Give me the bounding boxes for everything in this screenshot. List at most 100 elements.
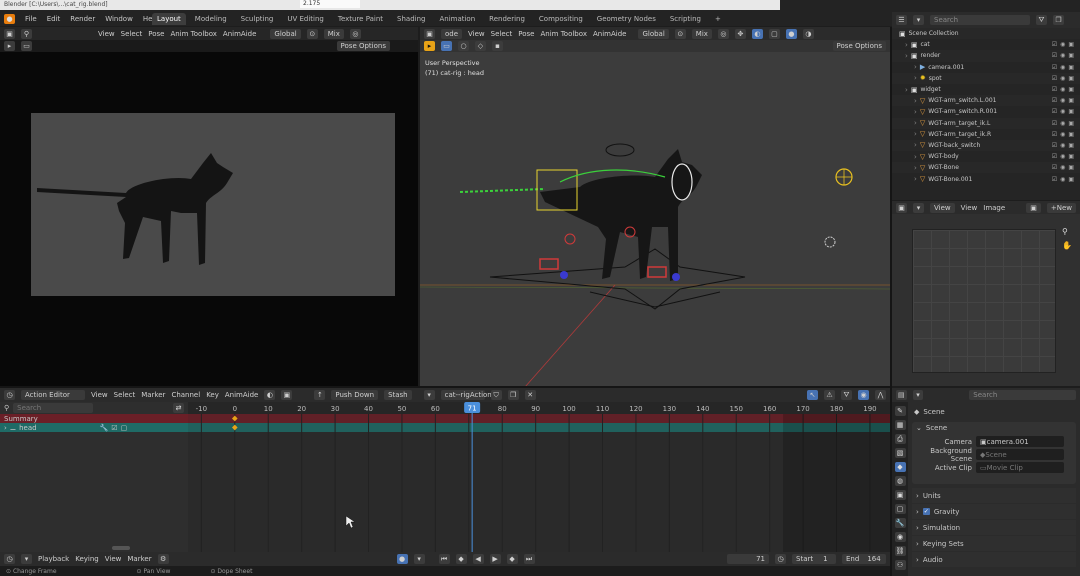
area-divider[interactable] <box>890 27 892 576</box>
data-tab-icon[interactable]: ⚇ <box>894 560 906 570</box>
pan-hand-icon[interactable]: ✋ <box>1062 241 1072 250</box>
channel-search-input[interactable]: Search <box>13 403 94 413</box>
area-divider[interactable] <box>0 386 890 388</box>
menu-keying[interactable]: Keying <box>75 555 99 563</box>
exclude-checkbox-icon[interactable]: ☑ <box>1052 142 1057 149</box>
tab-uv-editing[interactable]: UV Editing <box>282 13 329 25</box>
image-editor[interactable]: ▣ ▾ View View Image ▣ + New ⚲ ✋ <box>892 201 1080 386</box>
show-errors-icon[interactable]: ⚠ <box>824 390 835 400</box>
filter-icon[interactable]: ▾ <box>913 15 924 25</box>
tab-layout[interactable]: Layout <box>152 12 186 25</box>
outliner-item[interactable]: › ▽ WGT-Bone ☑ ◉ ▣ <box>892 162 1080 174</box>
eye-icon[interactable]: ◉ <box>1060 153 1065 160</box>
exclude-checkbox-icon[interactable]: ☑ <box>1052 97 1057 104</box>
render-icon[interactable]: ▣ <box>1068 164 1074 171</box>
dropdown-icon[interactable]: ▾ <box>912 389 924 400</box>
chevron-right-icon[interactable]: › <box>905 41 908 49</box>
action-name-field[interactable]: cat--rigAction <box>440 390 492 400</box>
pose-options-button[interactable]: Pose Options <box>336 41 390 51</box>
prev-keyframe-icon[interactable]: ◆ <box>455 554 467 564</box>
render-icon[interactable]: ▣ <box>1068 64 1074 71</box>
chevron-right-icon[interactable]: › <box>914 63 917 71</box>
active-clip-field[interactable]: ▭ Movie Clip <box>976 462 1064 473</box>
current-frame-field[interactable]: 71 <box>727 554 769 564</box>
tool-select-icon[interactable]: ▸ <box>4 41 15 51</box>
section-audio[interactable]: › Audio <box>912 552 1076 567</box>
chevron-right-icon[interactable]: › <box>914 97 917 105</box>
image-view-dropdown[interactable]: View <box>930 202 955 213</box>
eye-icon[interactable]: ◉ <box>1060 164 1065 171</box>
outliner-item[interactable]: › ▶ camera.001 ☑ ◉ ▣ <box>892 62 1080 73</box>
fake-user-icon[interactable]: ⛉ <box>490 390 502 400</box>
outliner-item[interactable]: › ▣ render ☑ ◉ ▣ <box>892 50 1080 62</box>
physics-tab-icon[interactable]: ◉ <box>894 532 906 542</box>
menu-render[interactable]: Render <box>70 15 95 23</box>
chevron-right-icon[interactable]: › <box>914 130 917 138</box>
filter-icon[interactable]: ⛛ <box>841 390 852 400</box>
end-frame-field[interactable]: End 164 <box>842 554 886 564</box>
only-selected-icon[interactable]: ↖ <box>807 390 818 400</box>
exclude-checkbox-icon[interactable]: ☑ <box>1052 108 1057 115</box>
properties-editor[interactable]: ▤ ▾ Search ✎ ▦ ⎙ ▧ ◆ ◍ ▣ ▢ 🔧 ◉ ⛓ ⚇ ◆ Sce… <box>892 388 1080 576</box>
menu-window[interactable]: Window <box>105 15 133 23</box>
exclude-checkbox-icon[interactable]: ☑ <box>1052 176 1057 183</box>
menu-image[interactable]: Image <box>983 204 1005 212</box>
eye-icon[interactable]: ◉ <box>1060 108 1065 115</box>
checkbox-icon[interactable]: ☑ <box>111 424 117 432</box>
menu-channel[interactable]: Channel <box>171 391 200 399</box>
menu-view[interactable]: View <box>961 204 978 212</box>
output-tab-icon[interactable]: ⎙ <box>894 434 906 444</box>
constraint-tab-icon[interactable]: ⛓ <box>894 546 906 556</box>
play-reverse-icon[interactable]: ◀ <box>472 554 484 564</box>
render-icon[interactable]: ▣ <box>1068 52 1074 59</box>
render-icon[interactable]: ▣ <box>1068 86 1074 93</box>
section-gravity[interactable]: › ✓ Gravity <box>912 504 1076 519</box>
menu-animaide[interactable]: AnimAide <box>225 391 258 399</box>
menu-edit[interactable]: Edit <box>47 15 61 23</box>
menu-anim-toolbox[interactable]: Anim Toolbox <box>170 30 216 38</box>
collection-tab-icon[interactable]: ▣ <box>894 490 906 500</box>
outliner[interactable]: ☰ ▾ Search ⛛ ❐ ▣ Scene Collection › ▣ cat ☑ ◉ ▣… <box>892 12 1080 200</box>
proportional-icon[interactable]: ⋀ <box>875 390 886 400</box>
view-layer-tab-icon[interactable]: ▧ <box>894 448 906 458</box>
menu-key[interactable]: Key <box>206 391 219 399</box>
exclude-checkbox-icon[interactable]: ☑ <box>1052 86 1057 93</box>
pivot-dropdown[interactable]: Mix <box>323 28 344 39</box>
start-frame-field[interactable]: Start 1 <box>792 554 836 564</box>
tab-scripting[interactable]: Scripting <box>665 13 706 25</box>
outliner-item[interactable]: › ▽ WGT-Bone.001 ☑ ◉ ▣ <box>892 173 1080 184</box>
render-icon[interactable]: ▣ <box>1068 41 1074 48</box>
tool-tab-icon[interactable]: ✎ <box>894 406 906 416</box>
next-keyframe-icon[interactable]: ◆ <box>506 554 518 564</box>
exclude-checkbox-icon[interactable]: ☑ <box>1052 131 1057 138</box>
render-icon[interactable]: ▣ <box>1068 75 1074 82</box>
eye-icon[interactable]: ◉ <box>1060 176 1065 183</box>
eye-icon[interactable]: ◉ <box>1060 64 1065 71</box>
tab-rendering[interactable]: Rendering <box>484 13 530 25</box>
menu-pose[interactable]: Pose <box>148 30 164 38</box>
scene-tab-icon[interactable]: ◆ <box>894 462 906 472</box>
chevron-right-icon[interactable]: › <box>914 141 917 149</box>
unlink-action-icon[interactable]: ✕ <box>524 390 536 400</box>
gravity-checkbox[interactable]: ✓ <box>922 508 930 515</box>
3d-viewport[interactable]: ▣ ode View Select Pose Anim Toolbox Anim… <box>420 27 890 387</box>
dope-sheet[interactable]: ◷ Action Editor View Select Marker Chann… <box>0 388 890 552</box>
filter-funnel-icon[interactable]: ⛛ <box>1036 15 1047 25</box>
eye-icon[interactable]: ◉ <box>1060 75 1065 82</box>
jump-start-icon[interactable]: ⏮ <box>438 554 450 564</box>
editor-type-icon[interactable]: ◷ <box>4 390 15 400</box>
section-keying-sets[interactable]: › Keying Sets <box>912 536 1076 551</box>
chevron-right-icon[interactable]: › <box>914 175 917 183</box>
tab-sculpting[interactable]: Sculpting <box>236 13 279 25</box>
eye-icon[interactable]: ◉ <box>1060 97 1065 104</box>
copy-icon[interactable]: ◐ <box>264 390 276 400</box>
preview-range-icon[interactable]: ◷ <box>775 554 786 564</box>
mode-icon[interactable]: ⚲ <box>21 28 32 39</box>
tool-box-icon[interactable]: ▭ <box>21 41 32 51</box>
paste-icon[interactable]: ▣ <box>281 390 293 400</box>
auto-keying-icon[interactable]: ● <box>396 554 408 564</box>
duplicate-action-icon[interactable]: ❐ <box>507 390 519 400</box>
object-tab-icon[interactable]: ▢ <box>894 504 906 514</box>
channel-head[interactable]: › ⚊ head 🔧 ☑ ▢ <box>0 423 188 432</box>
eye-icon[interactable]: ◉ <box>1060 41 1065 48</box>
